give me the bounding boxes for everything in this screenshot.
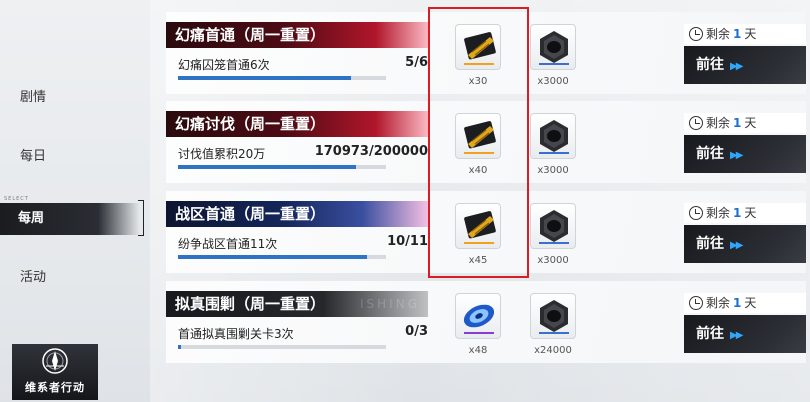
reward-quantity: x24000 bbox=[534, 345, 572, 356]
select-tag: SELECT bbox=[4, 196, 29, 202]
progress-bar-fill bbox=[178, 165, 356, 169]
progress-bar bbox=[178, 345, 386, 349]
reward-item[interactable]: x24000 bbox=[527, 293, 579, 356]
time-remaining: 剩余 1 天 bbox=[684, 293, 806, 313]
reward-quantity: x48 bbox=[468, 345, 488, 356]
timer-prefix: 剩余 bbox=[706, 116, 731, 130]
time-remaining: 剩余 1 天 bbox=[684, 203, 806, 223]
double-chevron-right-icon: ▶▶ bbox=[730, 61, 743, 72]
progress-bar-fill bbox=[178, 255, 368, 259]
task-title-banner: 幻痛首通（周一重置） bbox=[166, 22, 428, 48]
clock-icon bbox=[689, 206, 703, 220]
task-row: 拟真围剿（周一重置） ISHING 首通拟真围剿关卡3次 0/3 x48 x24000 剩余… bbox=[166, 281, 810, 363]
banner-decoration-text: ISHING bbox=[360, 297, 420, 311]
sidebar-item-event[interactable]: 活动 bbox=[0, 262, 140, 294]
go-button-label: 前往 bbox=[696, 57, 724, 73]
task-title-banner: 幻痛讨伐（周一重置） bbox=[166, 111, 428, 137]
timer-value: 1 bbox=[733, 116, 742, 130]
timer-prefix: 剩余 bbox=[706, 206, 731, 220]
sidebar-item-daily[interactable]: 每日 bbox=[0, 141, 140, 173]
timer-prefix: 剩余 bbox=[706, 296, 731, 310]
double-chevron-right-icon: ▶▶ bbox=[730, 240, 743, 251]
reward-highlight-box bbox=[428, 7, 529, 278]
timer-value: 1 bbox=[733, 206, 742, 220]
task-title: 幻痛首通（周一重置） bbox=[175, 26, 326, 44]
timer-suffix: 天 bbox=[744, 206, 757, 220]
logo-text: 维系者行动 bbox=[25, 381, 85, 394]
timer-suffix: 天 bbox=[744, 116, 757, 130]
time-remaining: 剩余 1 天 bbox=[684, 113, 806, 133]
task-description: 讨伐值累积20万 bbox=[178, 147, 266, 161]
task-progress-text: 170973/200000 bbox=[314, 144, 428, 159]
task-title: 幻痛讨伐（周一重置） bbox=[175, 115, 326, 133]
go-button-label: 前往 bbox=[696, 146, 724, 162]
sidebar-item-story[interactable]: 剧情 bbox=[0, 82, 140, 114]
clock-icon bbox=[689, 27, 703, 41]
progress-bar bbox=[178, 76, 386, 80]
maintainer-action-logo[interactable]: 维系者行动 bbox=[12, 344, 98, 400]
selection-bracket bbox=[138, 200, 144, 236]
task-description: 首通拟真围剿关卡3次 bbox=[178, 327, 294, 341]
double-chevron-right-icon: ▶▶ bbox=[730, 330, 743, 341]
progress-bar bbox=[178, 255, 386, 259]
emblem-icon bbox=[42, 348, 68, 374]
task-progress-text: 0/3 bbox=[405, 324, 428, 339]
go-button-label: 前往 bbox=[696, 326, 724, 342]
task-progress-text: 10/11 bbox=[387, 234, 428, 249]
task-title: 拟真围剿（周一重置） bbox=[175, 295, 326, 313]
double-chevron-right-icon: ▶▶ bbox=[730, 150, 743, 161]
reward-item[interactable]: x3000 bbox=[527, 203, 579, 266]
reward-quantity: x3000 bbox=[537, 76, 569, 87]
task-description: 纷争战区首通11次 bbox=[178, 237, 278, 251]
reward-quantity: x3000 bbox=[537, 165, 569, 176]
go-button[interactable]: 前往 ▶▶ bbox=[684, 135, 806, 173]
hex-nut-icon bbox=[530, 113, 576, 159]
clock-icon bbox=[689, 116, 703, 130]
task-title-banner: 拟真围剿（周一重置） ISHING bbox=[166, 291, 428, 317]
progress-bar-fill bbox=[178, 345, 182, 349]
timer-suffix: 天 bbox=[744, 27, 757, 41]
clock-icon bbox=[689, 296, 703, 310]
timer-value: 1 bbox=[733, 296, 742, 310]
reward-quantity: x3000 bbox=[537, 255, 569, 266]
task-progress-text: 5/6 bbox=[405, 55, 428, 70]
task-title: 战区首通（周一重置） bbox=[175, 205, 326, 223]
hex-nut-icon bbox=[530, 203, 576, 249]
sidebar-item-weekly[interactable]: 每周 bbox=[0, 203, 140, 235]
hex-nut-icon bbox=[530, 24, 576, 70]
timer-suffix: 天 bbox=[744, 296, 757, 310]
go-button[interactable]: 前往 ▶▶ bbox=[684, 225, 806, 263]
sidebar: 剧情 每日 SELECT 每周 活动 维系者行动 bbox=[0, 0, 150, 402]
go-button[interactable]: 前往 ▶▶ bbox=[684, 46, 806, 84]
reward-item[interactable]: x3000 bbox=[527, 113, 579, 176]
timer-prefix: 剩余 bbox=[706, 27, 731, 41]
task-description: 幻痛囚笼首通6次 bbox=[178, 58, 270, 72]
blue-disc-icon bbox=[455, 293, 501, 339]
progress-bar-fill bbox=[178, 76, 352, 80]
timer-value: 1 bbox=[733, 27, 742, 41]
reward-item[interactable]: x3000 bbox=[527, 24, 579, 87]
reward-item[interactable]: x48 bbox=[452, 293, 504, 356]
progress-bar bbox=[178, 165, 386, 169]
go-button[interactable]: 前往 ▶▶ bbox=[684, 315, 806, 353]
time-remaining: 剩余 1 天 bbox=[684, 24, 806, 44]
go-button-label: 前往 bbox=[696, 236, 724, 252]
task-title-banner: 战区首通（周一重置） bbox=[166, 201, 428, 227]
hex-nut-icon bbox=[530, 293, 576, 339]
